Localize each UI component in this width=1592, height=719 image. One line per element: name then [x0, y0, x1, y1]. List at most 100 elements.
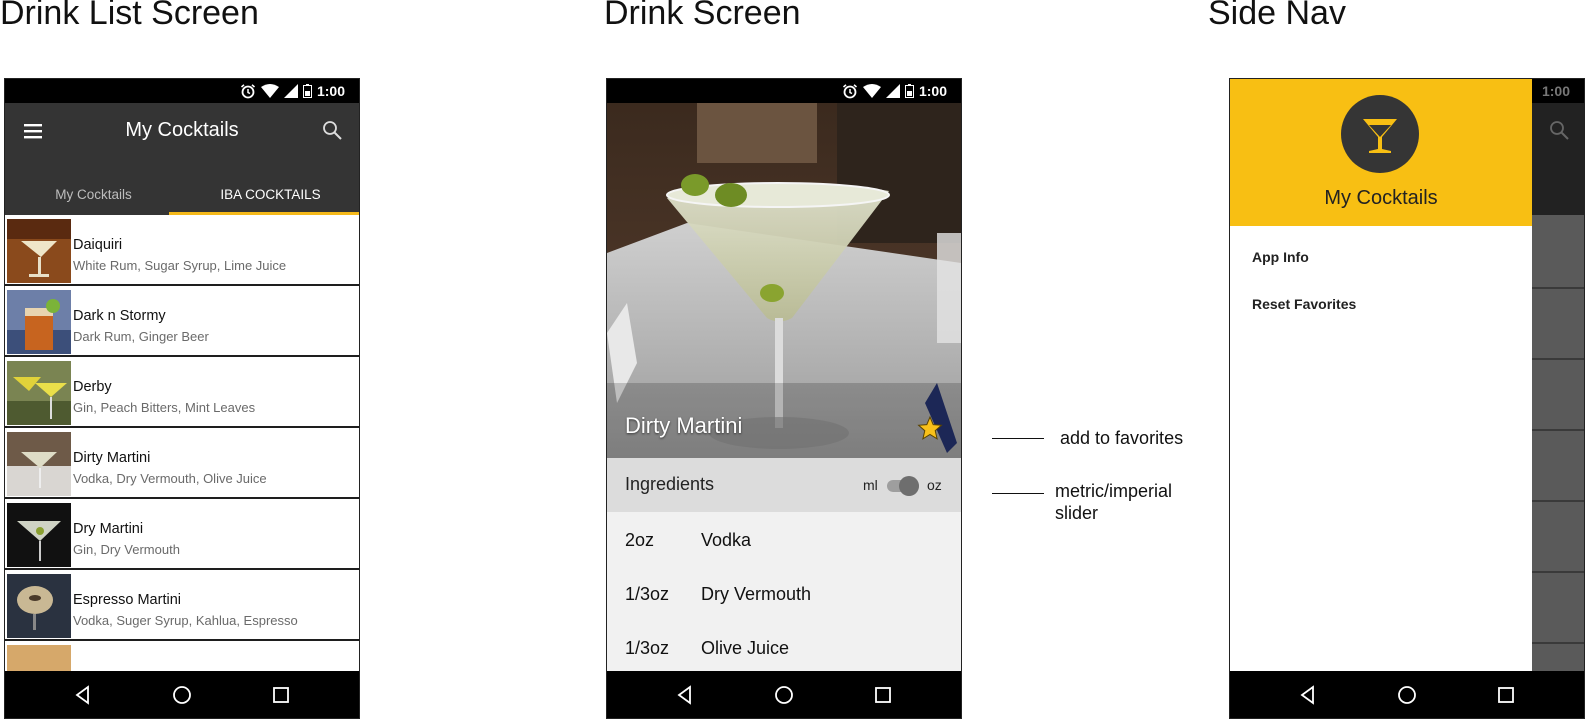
ingredients-list: 2oz Vodka 1/3oz Dry Vermouth 1/3oz Olive…: [607, 512, 961, 673]
signal-icon: [885, 84, 900, 98]
drink-thumbnail: [7, 219, 71, 283]
drink-photo-image: [607, 103, 961, 458]
section-title-drink-screen: Drink Screen: [604, 0, 801, 32]
ingredient-name: Dry Vermouth: [701, 584, 812, 604]
ingredient-row: 1/3oz Dry Vermouth: [607, 566, 961, 620]
list-item[interactable]: Espresso Martini Vodka, Suger Syrup, Kah…: [5, 570, 359, 641]
tab-iba-cocktails[interactable]: IBA COCKTAILS: [182, 175, 359, 215]
wifi-icon: [260, 84, 279, 98]
recents-icon[interactable]: [269, 683, 293, 707]
list-item-name: Daiquiri: [73, 237, 123, 253]
list-item-name: Derby: [73, 379, 112, 395]
drink-thumbnail: [7, 503, 71, 567]
alarm-icon: [842, 84, 857, 99]
drink-photo: [607, 103, 961, 458]
drink-thumbnail: [7, 574, 71, 638]
unit-metric-label: ml: [863, 477, 878, 493]
status-time: 1:00: [316, 83, 345, 99]
cocktail-logo: [1341, 95, 1419, 173]
ingredients-header: Ingredients ml oz: [607, 458, 961, 512]
drawer-header: My Cocktails: [1230, 79, 1532, 226]
favorite-star-icon[interactable]: [917, 415, 943, 441]
divider: [1530, 287, 1584, 289]
navigation-drawer: My Cocktails App Info Reset Favorites: [1230, 79, 1532, 673]
system-nav-bar: [607, 671, 961, 718]
search-icon: [1550, 121, 1569, 140]
divider: [1530, 642, 1584, 644]
ingredient-name: Olive Juice: [701, 638, 790, 658]
battery-icon: [302, 84, 312, 98]
list-item-name: Dry Martini: [73, 521, 144, 537]
list-item[interactable]: Dirty Martini Vodka, Dry Vermouth, Olive…: [5, 428, 359, 499]
drawer-title: My Cocktails: [1324, 187, 1438, 209]
list-item-name: Dirty Martini: [73, 450, 151, 466]
drink-thumbnail: [7, 432, 71, 496]
slider-annotation-line: [992, 493, 1044, 494]
back-icon[interactable]: [673, 683, 697, 707]
back-icon[interactable]: [71, 683, 95, 707]
ingredient-amount: 1/3oz: [625, 584, 670, 604]
drawer-item-reset-favorites[interactable]: Reset Favorites: [1252, 296, 1356, 312]
recents-icon[interactable]: [871, 683, 895, 707]
ingredient-row: 2oz Vodka: [607, 512, 961, 566]
list-item-ingredients: Gin, Dry Vermouth: [73, 542, 180, 557]
ingredient-name: Vodka: [701, 530, 752, 550]
list-item-ingredients: Gin, Peach Bitters, Mint Leaves: [73, 400, 256, 415]
home-icon[interactable]: [772, 683, 796, 707]
status-time: 1:00: [918, 83, 947, 99]
drawer-item-app-info[interactable]: App Info: [1252, 249, 1309, 265]
list-item-name: Dark n Stormy: [73, 308, 166, 324]
list-item-ingredients: Vodka, Suger Syrup, Kahlua, Espresso: [73, 613, 298, 628]
signal-icon: [283, 84, 298, 98]
list-item[interactable]: [5, 641, 359, 673]
ingredient-amount: 2oz: [625, 530, 655, 550]
app-title: My Cocktails: [125, 119, 239, 141]
drink-title: Dirty Martini: [625, 413, 743, 438]
divider: [1530, 500, 1584, 502]
back-icon[interactable]: [1296, 683, 1320, 707]
system-nav-bar: [1230, 671, 1584, 718]
ingredient-row: 1/3oz Olive Juice: [607, 620, 961, 673]
home-icon[interactable]: [170, 683, 194, 707]
cocktail-list[interactable]: Daiquiri White Rum, Sugar Syrup, Lime Ju…: [5, 215, 359, 673]
battery-icon: [904, 84, 914, 98]
drink-detail-phone: 1:00 Dirty Martini Ingredients ml oz 2oz…: [606, 78, 962, 719]
section-title-side-nav: Side Nav: [1208, 0, 1346, 32]
drink-thumbnail: [7, 361, 71, 425]
wifi-icon: [862, 84, 881, 98]
list-item-name: Espresso Martini: [73, 592, 181, 608]
list-item-ingredients: White Rum, Sugar Syrup, Lime Juice: [73, 258, 287, 273]
status-bar: 1:00: [607, 79, 961, 103]
drink-list-phone: 1:00 My Cocktails My Cocktails IBA COCKT…: [4, 78, 360, 719]
ingredients-title: Ingredients: [625, 474, 715, 494]
list-item[interactable]: Derby Gin, Peach Bitters, Mint Leaves: [5, 357, 359, 428]
slider-annotation-line1: metric/imperial: [1055, 481, 1173, 501]
list-item-ingredients: Vodka, Dry Vermouth, Olive Juice: [73, 471, 267, 486]
slider-annotation: metric/imperial slider: [1055, 480, 1172, 524]
cocktail-glass-icon: [1363, 119, 1397, 153]
divider: [1530, 429, 1584, 431]
ingredient-amount: 1/3oz: [625, 638, 670, 658]
drink-thumbnail: [7, 645, 71, 673]
system-nav-bar: [5, 671, 359, 718]
favorites-annotation-line: [992, 438, 1044, 439]
divider: [1530, 571, 1584, 573]
app-bar: My Cocktails My Cocktails IBA COCKTAILS: [5, 103, 359, 215]
list-item[interactable]: Daiquiri White Rum, Sugar Syrup, Lime Ju…: [5, 215, 359, 286]
drink-thumbnail: [7, 290, 71, 354]
status-time: 1:00: [1541, 83, 1570, 99]
list-item[interactable]: Dark n Stormy Dark Rum, Ginger Beer: [5, 286, 359, 357]
recents-icon[interactable]: [1494, 683, 1518, 707]
alarm-icon: [240, 84, 255, 99]
search-icon[interactable]: [321, 119, 343, 141]
list-item[interactable]: Dry Martini Gin, Dry Vermouth: [5, 499, 359, 570]
favorites-annotation: add to favorites: [1060, 428, 1184, 448]
status-bar: 1:00: [5, 79, 359, 103]
section-title-drink-list: Drink List Screen: [0, 0, 259, 32]
slider-annotation-line2: slider: [1055, 503, 1099, 523]
list-item-ingredients: Dark Rum, Ginger Beer: [73, 329, 209, 344]
divider: [1530, 358, 1584, 360]
tab-my-cocktails[interactable]: My Cocktails: [5, 175, 182, 215]
unit-toggle-switch[interactable]: [887, 476, 921, 496]
home-icon[interactable]: [1395, 683, 1419, 707]
